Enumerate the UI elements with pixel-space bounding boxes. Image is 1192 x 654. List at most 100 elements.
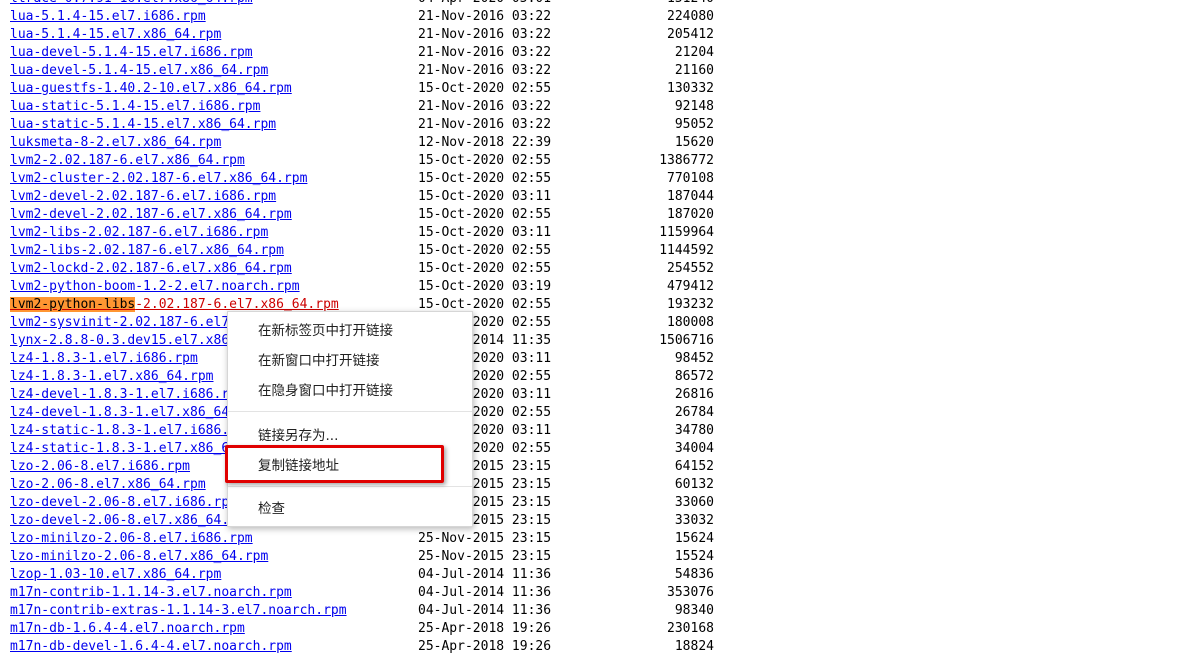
file-link[interactable]: lzop-1.03-10.el7.x86_64.rpm xyxy=(10,566,221,584)
file-date: 15-Oct-2020 02:55 xyxy=(418,171,552,186)
file-link[interactable]: lvm2-2.02.187-6.el7.x86_64.rpm xyxy=(10,152,245,170)
file-link[interactable]: ltrace-0.7.91-16.el7.x86_64.rpm xyxy=(10,0,253,8)
file-size: 479412 xyxy=(667,279,714,294)
file-size: 34004 xyxy=(674,441,714,456)
file-date: 15-Oct-2020 03:11 xyxy=(418,225,552,240)
file-link[interactable]: lz4-devel-1.8.3-1.el7.x86_64.rpm xyxy=(10,404,260,422)
file-link[interactable]: lvm2-devel-2.02.187-6.el7.x86_64.rpm xyxy=(10,206,292,224)
table-row: lua-5.1.4-15.el7.x86_64.rpm 21-Nov-2016 0… xyxy=(10,26,730,44)
file-link[interactable]: lvm2-devel-2.02.187-6.el7.i686.rpm xyxy=(10,188,276,206)
callout-highlight-box xyxy=(225,445,444,483)
file-link[interactable]: lvm2-libs-2.02.187-6.el7.x86_64.rpm xyxy=(10,242,284,260)
file-date: 04-Jul-2014 11:36 xyxy=(418,585,552,600)
file-link[interactable]: lvm2-libs-2.02.187-6.el7.i686.rpm xyxy=(10,224,268,242)
file-date: 15-Oct-2020 02:55 xyxy=(418,207,552,222)
table-row: lvm2-devel-2.02.187-6.el7.i686.rpm 15-Oct… xyxy=(10,188,730,206)
file-link[interactable]: lua-static-5.1.4-15.el7.i686.rpm xyxy=(10,98,260,116)
file-link[interactable]: lua-5.1.4-15.el7.i686.rpm xyxy=(10,8,206,26)
file-link[interactable]: lua-guestfs-1.40.2-10.el7.x86_64.rpm xyxy=(10,80,292,98)
file-date: 12-Nov-2018 22:39 xyxy=(418,135,552,150)
file-link[interactable]: lzo-2.06-8.el7.i686.rpm xyxy=(10,458,190,476)
menu-separator xyxy=(228,486,472,487)
menu-item-open-incognito[interactable]: 在隐身窗口中打开链接 xyxy=(228,377,472,405)
file-link[interactable]: luksmeta-8-2.el7.x86_64.rpm xyxy=(10,134,221,152)
file-link[interactable]: lua-devel-5.1.4-15.el7.x86_64.rpm xyxy=(10,62,268,80)
file-link[interactable]: m17n-contrib-extras-1.1.14-3.el7.noarch.… xyxy=(10,602,347,620)
file-link[interactable]: lzo-2.06-8.el7.x86_64.rpm xyxy=(10,476,206,494)
table-row: lzo-minilzo-2.06-8.el7.i686.rpm 25-Nov-20… xyxy=(10,530,730,548)
file-link[interactable]: lvm2-cluster-2.02.187-6.el7.x86_64.rpm xyxy=(10,170,307,188)
menu-item-inspect[interactable]: 检查 xyxy=(228,495,472,523)
file-link[interactable]: lz4-1.8.3-1.el7.x86_64.rpm xyxy=(10,368,214,386)
file-date: 15-Oct-2020 02:55 xyxy=(418,81,552,96)
file-size: 21204 xyxy=(674,45,714,60)
file-date: 15-Oct-2020 03:11 xyxy=(418,189,552,204)
file-size: 353076 xyxy=(667,585,714,600)
file-link[interactable]: lvm2-python-boom-1.2-2.el7.noarch.rpm xyxy=(10,278,300,296)
file-size: 770108 xyxy=(667,171,714,186)
file-link[interactable]: lua-5.1.4-15.el7.x86_64.rpm xyxy=(10,26,221,44)
file-link[interactable]: lua-static-5.1.4-15.el7.x86_64.rpm xyxy=(10,116,276,134)
file-link[interactable]: lzo-devel-2.06-8.el7.x86_64.rpm xyxy=(10,512,253,530)
table-row: m17n-contrib-1.1.14-3.el7.noarch.rpm 04-J… xyxy=(10,584,730,602)
table-row: lvm2-libs-2.02.187-6.el7.i686.rpm 15-Oct-… xyxy=(10,224,730,242)
file-size: 92148 xyxy=(674,99,714,114)
file-link[interactable]: lz4-1.8.3-1.el7.i686.rpm xyxy=(10,350,198,368)
file-size: 18824 xyxy=(674,639,714,654)
file-link[interactable]: lzo-devel-2.06-8.el7.i686.rpm xyxy=(10,494,237,512)
file-size: 26784 xyxy=(674,405,714,420)
file-size: 187020 xyxy=(667,207,714,222)
table-row: lua-static-5.1.4-15.el7.x86_64.rpm 21-Nov… xyxy=(10,116,730,134)
file-size: 64152 xyxy=(674,459,714,474)
file-size: 187044 xyxy=(667,189,714,204)
file-date: 15-Oct-2020 03:19 xyxy=(418,279,552,294)
link-text-rest: -2.02.187-6.el7.x86_64.rpm xyxy=(135,297,339,312)
file-size: 15624 xyxy=(674,531,714,546)
file-size: 151240 xyxy=(614,0,714,8)
file-size: 98452 xyxy=(674,351,714,366)
file-size: 34780 xyxy=(674,423,714,438)
file-size: 205412 xyxy=(667,27,714,42)
file-date: 25-Apr-2018 19:26 xyxy=(418,639,552,654)
file-size: 1144592 xyxy=(659,243,714,258)
file-size: 33060 xyxy=(674,495,714,510)
file-size: 254552 xyxy=(667,261,714,276)
file-link[interactable]: lz4-static-1.8.3-1.el7.i686.rpm xyxy=(10,422,253,440)
file-date: 04-Jul-2014 11:36 xyxy=(418,603,552,618)
table-row: lzop-1.03-10.el7.x86_64.rpm 04-Jul-2014 1… xyxy=(10,566,730,584)
file-size: 33032 xyxy=(674,513,714,528)
menu-item-open-new-tab[interactable]: 在新标签页中打开链接 xyxy=(228,317,472,345)
file-link[interactable]: lua-devel-5.1.4-15.el7.i686.rpm xyxy=(10,44,253,62)
table-row: lua-devel-5.1.4-15.el7.x86_64.rpm 21-Nov-… xyxy=(10,62,730,80)
table-row: lvm2-cluster-2.02.187-6.el7.x86_64.rpm 15… xyxy=(10,170,730,188)
file-size: 26816 xyxy=(674,387,714,402)
table-row: lua-5.1.4-15.el7.i686.rpm 21-Nov-2016 03:… xyxy=(10,8,730,26)
table-row: m17n-db-1.6.4-4.el7.noarch.rpm 25-Apr-201… xyxy=(10,620,730,638)
context-menu: 在新标签页中打开链接 在新窗口中打开链接 在隐身窗口中打开链接 链接另存为...… xyxy=(227,311,473,527)
file-link[interactable]: m17n-db-1.6.4-4.el7.noarch.rpm xyxy=(10,620,245,638)
file-size: 180008 xyxy=(667,315,714,330)
file-link[interactable]: lzo-minilzo-2.06-8.el7.i686.rpm xyxy=(10,530,253,548)
file-size: 193232 xyxy=(667,297,714,312)
file-link[interactable]: m17n-contrib-1.1.14-3.el7.noarch.rpm xyxy=(10,584,292,602)
file-size: 86572 xyxy=(674,369,714,384)
file-size: 98340 xyxy=(674,603,714,618)
file-size: 1159964 xyxy=(659,225,714,240)
file-date: 21-Nov-2016 03:22 xyxy=(418,27,552,42)
file-link[interactable]: lz4-devel-1.8.3-1.el7.i686.rpm xyxy=(10,386,245,404)
file-date: 25-Nov-2015 23:15 xyxy=(418,549,552,564)
file-date: 04-Apr-2020 05:01 xyxy=(418,0,551,8)
table-row: lua-static-5.1.4-15.el7.i686.rpm 21-Nov-2… xyxy=(10,98,730,116)
menu-separator xyxy=(228,411,472,412)
menu-item-open-new-window[interactable]: 在新窗口中打开链接 xyxy=(228,347,472,375)
file-link[interactable]: lvm2-lockd-2.02.187-6.el7.x86_64.rpm xyxy=(10,260,292,278)
table-row: lua-devel-5.1.4-15.el7.i686.rpm 21-Nov-20… xyxy=(10,44,730,62)
table-row: lzo-minilzo-2.06-8.el7.x86_64.rpm 25-Nov-… xyxy=(10,548,730,566)
file-link[interactable]: lzo-minilzo-2.06-8.el7.x86_64.rpm xyxy=(10,548,268,566)
table-row: m17n-db-devel-1.6.4-4.el7.noarch.rpm 25-A… xyxy=(10,638,730,654)
file-link[interactable]: m17n-db-devel-1.6.4-4.el7.noarch.rpm xyxy=(10,638,292,654)
file-date: 21-Nov-2016 03:22 xyxy=(418,117,552,132)
file-date: 15-Oct-2020 02:55 xyxy=(418,243,552,258)
file-size: 54836 xyxy=(674,567,714,582)
table-row: lvm2-devel-2.02.187-6.el7.x86_64.rpm 15-O… xyxy=(10,206,730,224)
